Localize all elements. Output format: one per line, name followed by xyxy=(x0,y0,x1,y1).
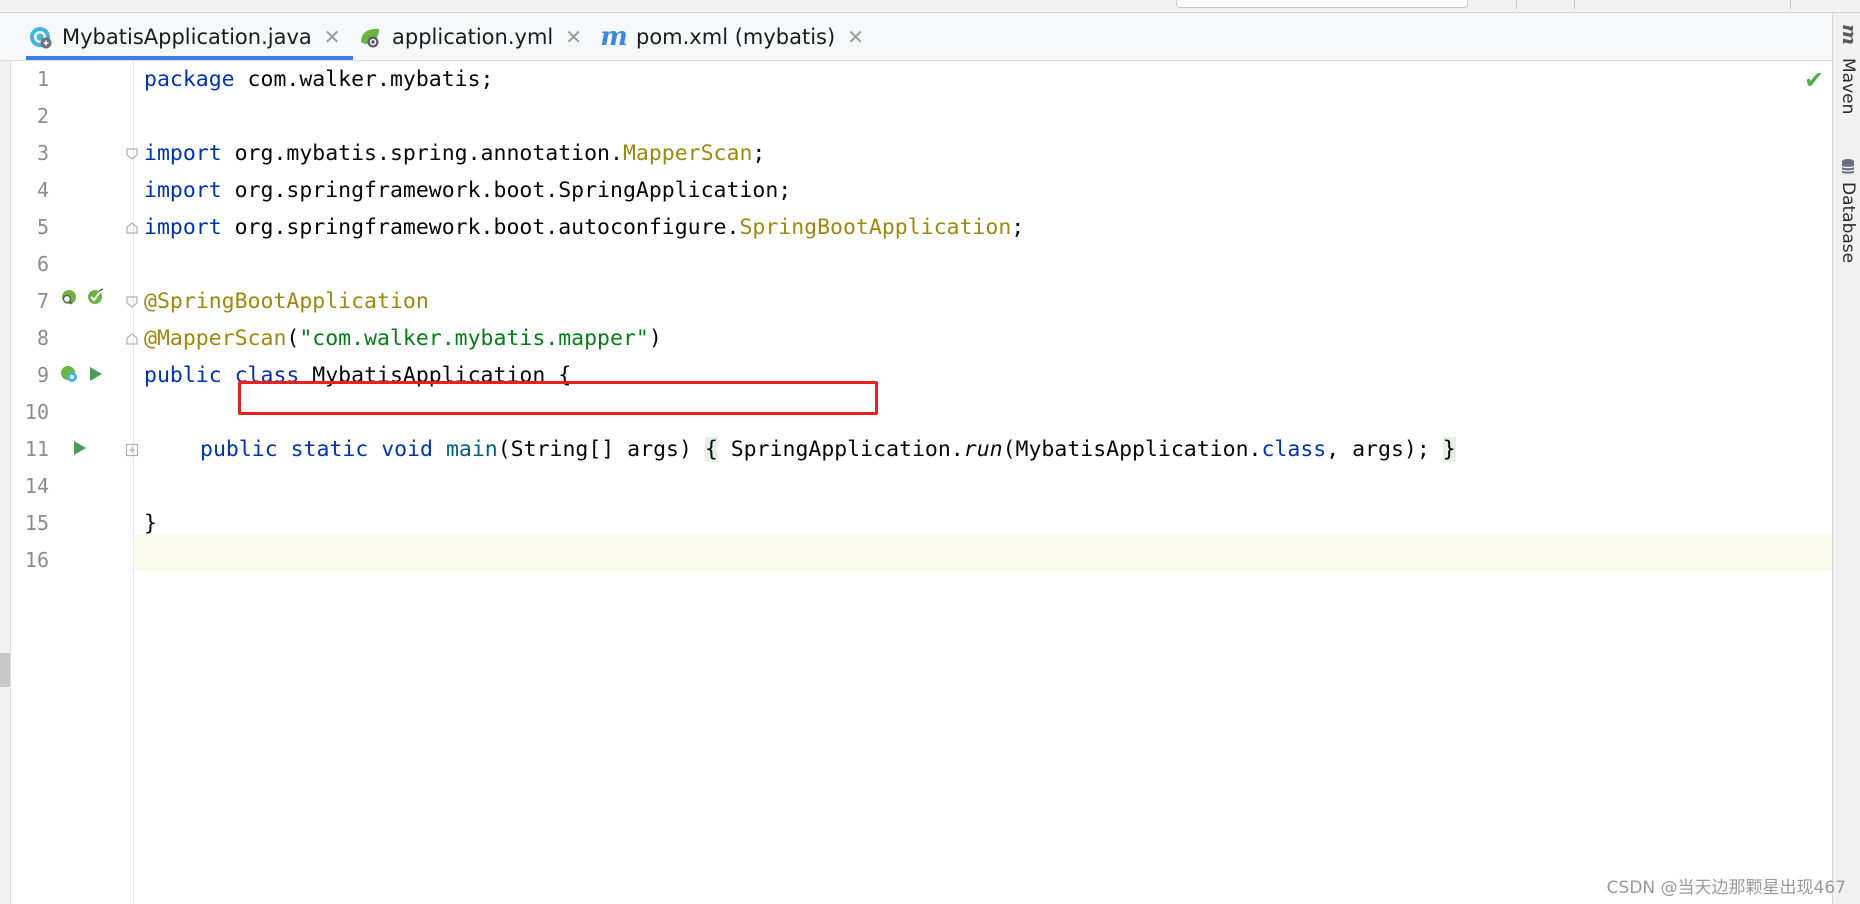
spring-run-config-icon[interactable] xyxy=(59,364,79,384)
line-number: 7 xyxy=(36,289,49,313)
code-token: class xyxy=(1261,437,1327,462)
code-token: , args); xyxy=(1326,437,1443,462)
run-icon[interactable] xyxy=(85,364,105,384)
code-token: "com.walker.mybatis.mapper" xyxy=(299,326,649,351)
inspection-ok-icon[interactable]: ✔ xyxy=(1804,66,1824,94)
code-token: @MapperScan xyxy=(144,326,287,351)
code-token: import xyxy=(144,141,222,166)
left-edge-scroll xyxy=(0,61,11,904)
right-tool-strip xyxy=(1832,13,1860,904)
code-token: org.mybatis.spring.annotation. xyxy=(221,141,623,166)
bean-navigate-icon[interactable] xyxy=(59,287,79,307)
code-line: } xyxy=(144,505,157,542)
code-token: import xyxy=(144,178,222,203)
spring-leaf-icon xyxy=(356,23,384,51)
code-editor[interactable]: package com.walker.mybatis; import org.m… xyxy=(134,61,1832,904)
tab-label: pom.xml (mybatis) xyxy=(636,24,836,49)
database-icon xyxy=(1838,158,1858,176)
line-number: 16 xyxy=(24,548,49,572)
tab-label: application.yml xyxy=(392,24,554,49)
search-field[interactable] xyxy=(1176,0,1468,8)
code-line: import org.springframework.boot.autoconf… xyxy=(144,209,1024,246)
line-number: 15 xyxy=(24,511,49,535)
line-number: 6 xyxy=(36,252,49,276)
maven-icon: m xyxy=(1838,24,1860,46)
line-number-gutter: 1 2 3 4 5 6 7 8 9 10 11 14 15 16 xyxy=(11,61,139,904)
code-token: package xyxy=(144,67,235,92)
close-icon[interactable]: ✕ xyxy=(565,25,582,49)
code-token: public static void xyxy=(200,437,433,462)
java-class-icon xyxy=(26,23,54,51)
line-number: 9 xyxy=(36,363,49,387)
folded-brace[interactable]: { xyxy=(704,437,718,462)
close-icon[interactable]: ✕ xyxy=(847,25,864,49)
code-token: SpringApplication. xyxy=(717,437,964,462)
code-line: @SpringBootApplication xyxy=(144,283,429,320)
line-number: 14 xyxy=(24,474,49,498)
line-number: 11 xyxy=(24,437,49,461)
run-icon[interactable] xyxy=(69,438,89,458)
maven-tool-button[interactable]: Maven xyxy=(1838,58,1858,114)
editor-tab-bar: MybatisApplication.java ✕ application.ym… xyxy=(0,13,1832,61)
code-line: import org.mybatis.spring.annotation.Map… xyxy=(144,135,765,172)
line-number: 4 xyxy=(36,178,49,202)
code-token: ; xyxy=(752,141,766,166)
code-token: SpringBootApplication xyxy=(739,215,1012,240)
code-token: (MybatisApplication. xyxy=(1002,437,1262,462)
database-tool-button[interactable]: Database xyxy=(1838,182,1858,263)
code-line: public static void main(String[] args) {… xyxy=(200,431,1456,468)
code-token: ; xyxy=(1011,215,1025,240)
line-number: 5 xyxy=(36,215,49,239)
code-line: package com.walker.mybatis; xyxy=(144,61,494,98)
bean-scan-icon[interactable] xyxy=(85,287,105,307)
code-token: run xyxy=(963,437,1003,462)
tab-mybatis-application-java[interactable]: MybatisApplication.java ✕ xyxy=(26,13,353,60)
tab-application-yml[interactable]: application.yml ✕ xyxy=(356,13,582,60)
toolbar-divider xyxy=(1790,0,1791,10)
code-token: com.walker.mybatis; xyxy=(234,67,494,92)
line-number: 3 xyxy=(36,141,49,165)
toolbar-divider xyxy=(1516,0,1517,10)
folded-brace[interactable]: } xyxy=(1442,437,1456,462)
top-toolbar-strip xyxy=(0,0,1860,13)
watermark: CSDN @当天边那颗星出现467 xyxy=(1606,878,1846,898)
code-token: org.springframework.boot.SpringApplicati… xyxy=(221,178,792,203)
highlight-annotation-box xyxy=(238,381,878,415)
current-line-highlight xyxy=(134,534,1832,571)
maven-icon: m xyxy=(600,21,628,52)
code-token: (String[] args) xyxy=(497,437,705,462)
line-number: 1 xyxy=(36,67,49,91)
code-token: @SpringBootApplication xyxy=(144,289,429,314)
code-token: MapperScan xyxy=(622,141,753,166)
code-line: import org.springframework.boot.SpringAp… xyxy=(144,172,791,209)
code-token: ( xyxy=(286,326,300,351)
code-token: } xyxy=(144,511,157,536)
code-line: @MapperScan("com.walker.mybatis.mapper") xyxy=(144,320,662,357)
toolbar-divider xyxy=(1574,0,1575,10)
scroll-thumb[interactable] xyxy=(0,653,10,687)
tab-label: MybatisApplication.java xyxy=(62,24,312,49)
close-icon[interactable]: ✕ xyxy=(324,25,341,49)
line-number: 2 xyxy=(36,104,49,128)
line-number: 8 xyxy=(36,326,49,350)
line-number: 10 xyxy=(24,400,49,424)
code-token: ) xyxy=(648,326,662,351)
tab-pom-xml[interactable]: m pom.xml (mybatis) ✕ xyxy=(600,13,864,60)
code-token: org.springframework.boot.autoconfigure. xyxy=(221,215,740,240)
code-token: main xyxy=(445,437,498,462)
code-token: import xyxy=(144,215,222,240)
